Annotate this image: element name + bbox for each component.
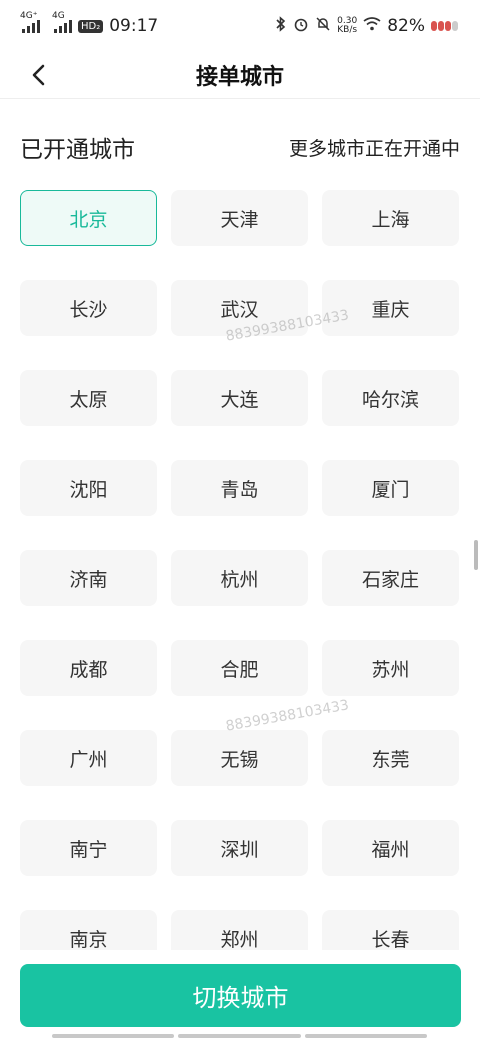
city-item[interactable]: 南宁 [20, 820, 157, 876]
city-item[interactable]: 太原 [20, 370, 157, 426]
city-item[interactable]: 大连 [171, 370, 308, 426]
speed-unit: KB/s [337, 25, 358, 35]
city-item[interactable]: 长春 [322, 910, 459, 950]
city-item[interactable]: 石家庄 [322, 550, 459, 606]
back-button[interactable] [24, 60, 54, 90]
hd-voice-icon: HD₂ [78, 19, 104, 33]
section-subtitle: 更多城市正在开通中 [288, 137, 460, 160]
city-item[interactable]: 东莞 [322, 730, 459, 786]
status-time: 09:17 [109, 16, 159, 36]
city-item[interactable]: 郑州 [171, 910, 308, 950]
city-item[interactable]: 福州 [322, 820, 459, 876]
city-item[interactable]: 苏州 [322, 640, 459, 696]
switch-city-button[interactable]: 切换城市 [20, 964, 461, 1027]
network-type-2: 4G [52, 11, 65, 21]
status-left: 4G⁺ 4G HD₂ 09:17 [20, 11, 159, 36]
city-item[interactable]: 青岛 [171, 460, 308, 516]
city-item[interactable]: 成都 [20, 640, 157, 696]
page-title: 接单城市 [195, 65, 284, 90]
city-item[interactable]: 深圳 [171, 820, 308, 876]
city-item[interactable]: 上海 [322, 190, 459, 246]
nav-header: 接单城市 [0, 52, 480, 99]
city-item[interactable]: 济南 [20, 550, 157, 606]
city-grid: 北京 天津 上海 长沙 武汉 重庆 太原 大连 哈尔滨 沈阳 青岛 厦门 济南 杭州 石家庄 成都 合肥 苏州 广州… [20, 190, 460, 950]
battery-icon [431, 21, 458, 31]
mute-icon [315, 16, 331, 37]
city-item[interactable]: 合肥 [171, 640, 308, 696]
status-right: 0.30 KB/s 82% [275, 15, 458, 37]
city-item[interactable]: 杭州 [171, 550, 308, 606]
signal-icon: 4G⁺ [20, 11, 40, 33]
city-item[interactable]: 长沙 [20, 280, 157, 336]
scrollbar[interactable] [474, 540, 478, 570]
signal-icon-2: 4G [52, 11, 72, 33]
city-item[interactable]: 厦门 [322, 460, 459, 516]
bluetooth-icon [275, 15, 287, 37]
section-title: 已开通城市 [20, 137, 135, 163]
status-bar: 4G⁺ 4G HD₂ 09:17 0.30 KB/s 82% [0, 0, 480, 52]
city-item[interactable]: 天津 [171, 190, 308, 246]
network-type-1: 4G⁺ [20, 11, 38, 21]
alarm-icon [293, 16, 309, 37]
city-item[interactable]: 无锡 [171, 730, 308, 786]
network-speed: 0.30 KB/s [337, 17, 357, 35]
city-item[interactable]: 沈阳 [20, 460, 157, 516]
chevron-left-icon [32, 64, 45, 86]
home-indicator [52, 1034, 427, 1038]
battery-percent: 82% [387, 16, 425, 36]
city-item[interactable]: 哈尔滨 [322, 370, 459, 426]
city-item[interactable]: 南京 [20, 910, 157, 950]
wifi-icon [363, 16, 381, 36]
city-item[interactable]: 广州 [20, 730, 157, 786]
city-item[interactable]: 北京 [20, 190, 157, 246]
section-header: 已开通城市 更多城市正在开通中 [20, 130, 460, 164]
